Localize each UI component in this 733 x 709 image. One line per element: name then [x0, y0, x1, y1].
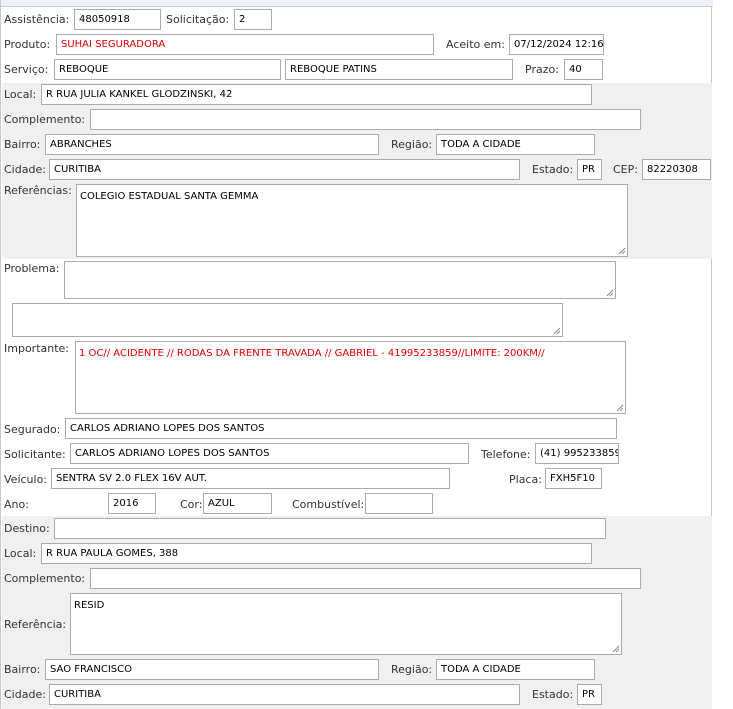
regiao-field[interactable]: TODA A CIDADE — [436, 134, 595, 155]
solicitacao-field[interactable]: 2 — [234, 9, 272, 30]
problema-textarea[interactable] — [64, 261, 616, 299]
destino-referencia-label: Referência: — [4, 618, 67, 631]
assistencia-field[interactable]: 48050918 — [74, 9, 161, 30]
destino-cidade-field[interactable]: CURITIBA — [49, 684, 520, 705]
segurado-field[interactable]: CARLOS ADRIANO LOPES DOS SANTOS — [65, 418, 617, 439]
assistencia-label: Assistência: — [4, 13, 70, 26]
estado-label: Estado: — [532, 163, 574, 176]
cep-field[interactable]: 82220308 — [642, 159, 711, 180]
destino-regiao-label: Região: — [391, 663, 433, 676]
local-label: Local: — [4, 88, 37, 101]
complemento-field[interactable] — [90, 109, 641, 130]
ano-field[interactable]: 2016 — [108, 493, 156, 514]
importante-text: 1 OC// ACIDENTE // RODAS DA FRENTE TRAVA… — [79, 348, 545, 359]
veiculo-label: Veículo: — [4, 473, 48, 486]
bairro-field[interactable]: ABRANCHES — [45, 134, 379, 155]
placa-label: Placa: — [509, 473, 542, 486]
complemento-label: Complemento: — [4, 113, 86, 126]
local-field[interactable]: R RUA JULIA KANKEL GLODZINSKI, 42 — [41, 84, 592, 105]
cidade-field[interactable]: CURITIBA — [49, 159, 520, 180]
problema-detail-textarea[interactable] — [12, 303, 563, 337]
destino-estado-field[interactable]: PR — [577, 684, 602, 705]
bairro-label: Bairro: — [4, 138, 41, 151]
destino-cidade-label: Cidade: — [4, 688, 46, 701]
combustivel-field[interactable] — [365, 493, 433, 514]
produto-label: Produto: — [4, 38, 51, 51]
resize-grip-icon[interactable] — [617, 246, 626, 255]
destino-local-label: Local: — [4, 547, 37, 560]
veiculo-field[interactable]: SENTRA SV 2.0 FLEX 16V AUT. — [51, 468, 450, 489]
servico-description-field[interactable]: REBOQUE PATINS — [285, 59, 513, 80]
solicitacao-label: Solicitação: — [166, 13, 230, 26]
placa-field[interactable]: FXH5F10 — [545, 468, 602, 489]
prazo-label: Prazo: — [525, 63, 559, 76]
destino-complemento-label: Complemento: — [4, 572, 86, 585]
destino-local-field[interactable]: R RUA PAULA GOMES, 388 — [41, 543, 592, 564]
combustivel-label: Combustível: — [292, 498, 365, 511]
telefone-label: Telefone: — [481, 448, 531, 461]
destino-referencia-text: RESID — [74, 600, 105, 611]
prazo-field[interactable]: 40 — [564, 59, 603, 80]
problema-label: Problema: — [4, 262, 60, 275]
resize-grip-icon[interactable] — [552, 326, 561, 335]
referencias-label: Referências: — [4, 184, 72, 197]
form-panel: Assistência: 48050918 Solicitação: 2 Pro… — [0, 0, 713, 709]
destino-bairro-field[interactable]: SAO FRANCISCO — [45, 659, 379, 680]
ano-label: Ano: — [4, 498, 29, 511]
cidade-label: Cidade: — [4, 163, 46, 176]
estado-field[interactable]: PR — [577, 159, 602, 180]
resize-grip-icon[interactable] — [605, 288, 614, 297]
servico-field[interactable]: REBOQUE — [54, 59, 281, 80]
regiao-label: Região: — [391, 138, 433, 151]
cor-field[interactable]: AZUL — [203, 493, 272, 514]
destino-referencia-textarea[interactable]: RESID — [70, 593, 622, 655]
resize-grip-icon[interactable] — [611, 644, 620, 653]
destino-regiao-field[interactable]: TODA A CIDADE — [436, 659, 595, 680]
cep-label: CEP: — [613, 163, 638, 176]
importante-textarea[interactable]: 1 OC// ACIDENTE // RODAS DA FRENTE TRAVA… — [75, 341, 626, 414]
aceito-em-field[interactable]: 07/12/2024 12:16 — [509, 34, 604, 55]
solicitante-field[interactable]: CARLOS ADRIANO LOPES DOS SANTOS — [70, 443, 469, 464]
produto-field[interactable]: SUHAI SEGURADORA — [56, 34, 434, 55]
destino-bairro-label: Bairro: — [4, 663, 41, 676]
servico-label: Serviço: — [4, 63, 49, 76]
solicitante-label: Solicitante: — [4, 448, 66, 461]
aceito-em-label: Aceito em: — [446, 38, 505, 51]
segurado-label: Segurado: — [4, 423, 61, 436]
cor-label: Cor: — [180, 498, 203, 511]
resize-grip-icon[interactable] — [615, 403, 624, 412]
destino-estado-label: Estado: — [532, 688, 574, 701]
panel-top-bar — [1, 0, 713, 7]
destino-field[interactable] — [54, 518, 606, 539]
destino-complemento-field[interactable] — [90, 568, 641, 589]
importante-label: Importante: — [4, 342, 70, 355]
telefone-field[interactable]: (41) 995233859 — [535, 443, 619, 464]
referencias-textarea[interactable]: COLEGIO ESTADUAL SANTA GEMMA — [76, 184, 628, 257]
referencias-text: COLEGIO ESTADUAL SANTA GEMMA — [80, 191, 259, 202]
destino-label: Destino: — [4, 522, 50, 535]
